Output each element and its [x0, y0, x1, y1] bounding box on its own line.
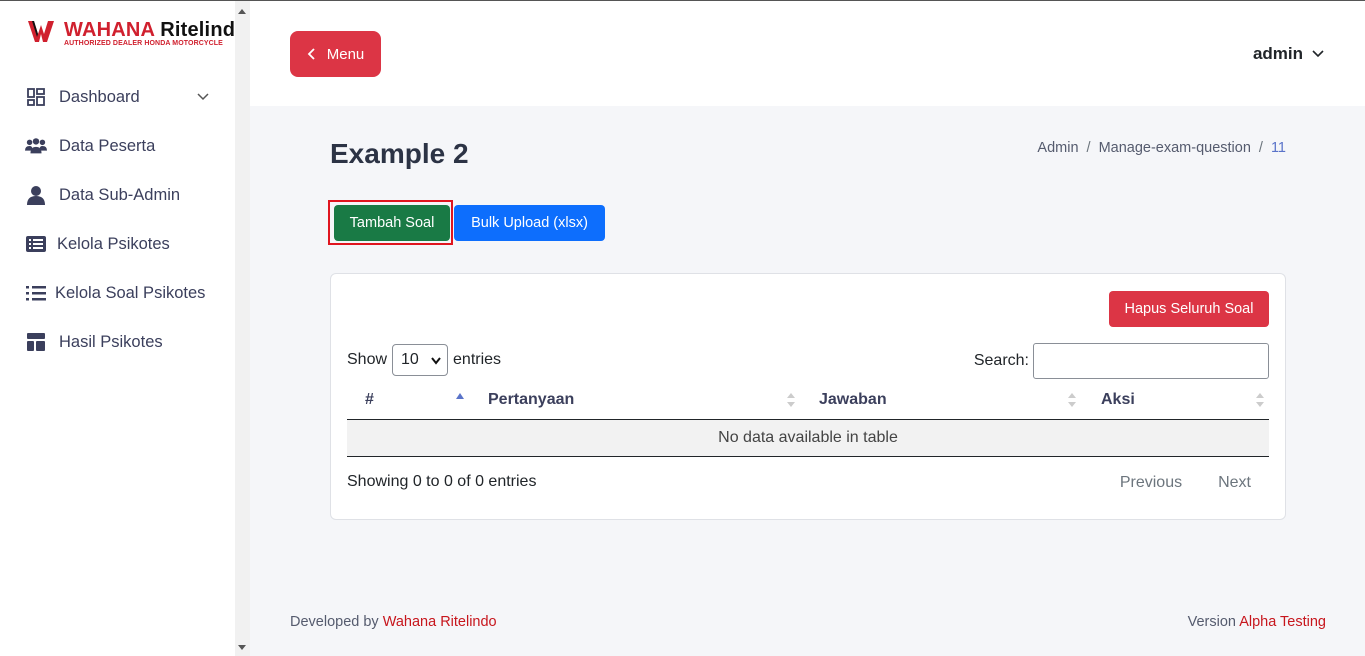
column-header-jawaban[interactable]: Jawaban — [819, 381, 887, 419]
sidebar-scrollbar[interactable] — [235, 1, 250, 656]
user-icon — [25, 184, 47, 206]
search-input[interactable] — [1033, 343, 1269, 379]
list-icon — [25, 282, 47, 304]
brand-name: WAHANA Ritelindo — [64, 19, 248, 41]
chevron-down-icon — [1312, 50, 1324, 58]
entries-label: entries — [453, 351, 502, 368]
footer-version: Version Alpha Testing — [1188, 614, 1326, 630]
chevron-left-icon — [307, 48, 315, 60]
show-label: Show — [347, 351, 388, 368]
top-header: Menu admin — [250, 1, 1365, 106]
scroll-down-arrow-icon[interactable] — [238, 645, 246, 650]
sidebar: WAHANA Ritelindo AUTHORIZED DEALER HONDA… — [0, 1, 247, 656]
wahana-logo-icon — [28, 21, 54, 42]
column-header-pertanyaan[interactable]: Pertanyaan — [488, 381, 574, 419]
add-question-button[interactable]: Tambah Soal — [334, 205, 450, 241]
sidebar-item-label: Dashboard — [59, 87, 140, 106]
column-header-number[interactable]: # — [365, 381, 374, 419]
next-page-button[interactable]: Next — [1200, 472, 1269, 494]
menu-toggle-button[interactable]: Menu — [290, 31, 381, 77]
breadcrumb: Admin / Manage-exam-question / 11 — [1037, 140, 1286, 156]
sidebar-item-dashboard[interactable]: Dashboard — [0, 77, 235, 117]
version-value: Alpha Testing — [1239, 614, 1326, 630]
sort-icon — [1068, 393, 1076, 407]
breadcrumb-separator: / — [1258, 140, 1263, 156]
table-empty-row: No data available in table — [347, 420, 1269, 457]
chevron-down-icon — [197, 93, 209, 101]
page-title: Example 2 — [330, 138, 469, 169]
user-name: admin — [1252, 44, 1303, 63]
column-label: Jawaban — [819, 391, 887, 408]
layout-icon — [25, 331, 47, 353]
brand-tagline: AUTHORIZED DEALER HONDA MOTORCYCLE — [64, 40, 223, 47]
column-header-aksi[interactable]: Aksi — [1101, 381, 1135, 419]
sidebar-item-hasil-psikotes[interactable]: Hasil Psikotes — [0, 322, 235, 362]
footer-credits: Developed by Wahana Ritelindo — [290, 614, 497, 630]
users-icon — [25, 135, 47, 157]
column-label: # — [365, 391, 374, 408]
column-label: Aksi — [1101, 391, 1135, 408]
sidebar-item-label: Data Sub-Admin — [59, 185, 181, 204]
dashboard-icon — [25, 86, 47, 108]
brand-logo[interactable]: WAHANA Ritelindo AUTHORIZED DEALER HONDA… — [28, 19, 247, 49]
chevron-down-icon — [431, 357, 441, 365]
sidebar-item-label: Kelola Soal Psikotes — [55, 283, 206, 302]
developer-link[interactable]: Wahana Ritelindo — [383, 614, 497, 630]
page-length-control: Show 10 entries — [347, 344, 501, 376]
search-label: Search: — [973, 352, 1029, 369]
sidebar-item-kelola-soal-psikotes[interactable]: Kelola Soal Psikotes — [0, 273, 235, 313]
pagination: Previous Next — [1102, 472, 1269, 494]
table-info: Showing 0 to 0 of 0 entries — [347, 473, 537, 490]
table-header: # Pertanyaan Jawaban Aksi — [347, 381, 1269, 420]
footer-label: Developed by — [290, 614, 379, 630]
bulk-upload-button[interactable]: Bulk Upload (xlsx) — [454, 205, 605, 241]
questions-card: Hapus Seluruh Soal Show 10 entries Searc… — [330, 273, 1286, 520]
list-card-icon — [25, 233, 47, 255]
table-search: Search: — [974, 343, 1269, 379]
sidebar-item-data-sub-admin[interactable]: Data Sub-Admin — [0, 175, 235, 215]
version-label: Version — [1187, 614, 1236, 630]
page-length-select[interactable]: 10 — [392, 344, 449, 376]
sort-asc-icon — [456, 393, 464, 399]
sidebar-item-label: Kelola Psikotes — [57, 234, 170, 253]
page-length-value: 10 — [401, 351, 419, 368]
breadcrumb-current: 11 — [1270, 140, 1286, 156]
menu-button-label: Menu — [326, 45, 365, 63]
sidebar-item-label: Data Peserta — [59, 136, 156, 155]
column-label: Pertanyaan — [488, 391, 575, 408]
breadcrumb-separator: / — [1086, 140, 1091, 156]
sort-icon — [1256, 393, 1264, 407]
sidebar-item-kelola-psikotes[interactable]: Kelola Psikotes — [0, 224, 235, 264]
sidebar-item-data-peserta[interactable]: Data Peserta — [0, 126, 235, 166]
previous-page-button[interactable]: Previous — [1102, 472, 1200, 494]
breadcrumb-item[interactable]: Manage-exam-question — [1099, 140, 1251, 156]
breadcrumb-item[interactable]: Admin — [1037, 140, 1078, 156]
user-menu-dropdown[interactable]: admin — [1253, 44, 1325, 64]
sidebar-item-label: Hasil Psikotes — [59, 332, 163, 351]
sort-icon — [787, 393, 795, 407]
scroll-up-arrow-icon[interactable] — [238, 9, 246, 14]
delete-all-questions-button[interactable]: Hapus Seluruh Soal — [1109, 291, 1269, 327]
